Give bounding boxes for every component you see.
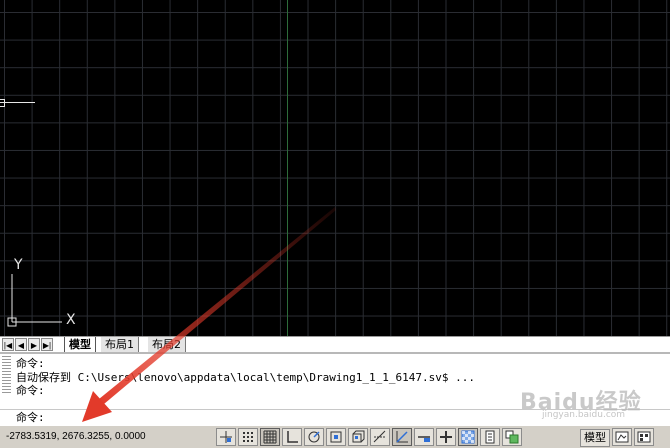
dynamic-ucs-icon: [396, 431, 408, 443]
status-bar: -2783.5319, 2676.3255, 0.0000 模型: [0, 425, 670, 448]
selection-cycling-icon: [505, 430, 519, 444]
quick-view-button[interactable]: [634, 428, 654, 446]
crosshair-cursor: [0, 102, 35, 103]
quick-properties-button[interactable]: [480, 428, 500, 446]
ucs-icon: Y X: [7, 257, 76, 328]
object-snap-icon: [330, 431, 342, 443]
layout-view-icon: [615, 431, 629, 443]
grid-display-icon: [263, 430, 277, 444]
command-history-line: 自动保存到 C:\Users\lenovo\appdata\local\temp…: [16, 370, 475, 384]
tab-nav-prev-button[interactable]: ◀: [15, 338, 27, 351]
ucs-y-label: Y: [13, 257, 23, 273]
command-history-line: 命令:: [16, 357, 45, 370]
tab-nav-last-button[interactable]: ▶|: [41, 338, 53, 351]
object-snap-button[interactable]: [326, 428, 346, 446]
dynamic-input-icon: [418, 436, 430, 442]
layout-view-button[interactable]: [612, 428, 632, 446]
tab-nav-first-button[interactable]: |◀: [2, 338, 14, 351]
drawing-canvas[interactable]: Y X: [0, 0, 670, 336]
object-snap-tracking-button[interactable]: [370, 428, 390, 446]
dynamic-ucs-button[interactable]: [392, 428, 412, 446]
coordinate-readout[interactable]: -2783.5319, 2676.3255, 0.0000: [6, 430, 146, 444]
command-window-grip[interactable]: [2, 356, 11, 394]
3d-object-snap-button[interactable]: [348, 428, 368, 446]
ucs-x-label: X: [66, 312, 76, 328]
tab-nav-next-button[interactable]: ▶: [28, 338, 40, 351]
polar-tracking-button[interactable]: [304, 428, 324, 446]
selection-cycling-button[interactable]: [502, 428, 522, 446]
layout-tabs-bar: |◀ ◀ ▶ ▶| 模型 布局1 布局2: [0, 336, 670, 353]
ortho-mode-button[interactable]: [282, 428, 302, 446]
grid-display-button[interactable]: [260, 428, 280, 446]
tab-model[interactable]: 模型: [64, 337, 96, 352]
infer-constraints-icon: [220, 431, 232, 443]
ortho-mode-icon: [287, 431, 298, 443]
transparency-button[interactable]: [458, 428, 478, 446]
watermark-url: jingyan.baidu.com: [542, 410, 626, 420]
polar-tracking-icon: [308, 431, 320, 443]
model-space-toggle[interactable]: 模型: [580, 429, 610, 447]
dynamic-input-button[interactable]: [414, 428, 434, 446]
object-snap-tracking-icon: [373, 430, 386, 443]
3d-object-snap-icon: [352, 430, 365, 443]
lineweight-button[interactable]: [436, 428, 456, 446]
snap-mode-icon: [243, 432, 253, 442]
command-prompt: 命令:: [16, 411, 45, 424]
snap-mode-button[interactable]: [238, 428, 258, 446]
quick-properties-icon: [485, 430, 495, 444]
tab-layout1[interactable]: 布局1: [101, 337, 139, 352]
y-axis-line: [287, 0, 288, 336]
lineweight-icon: [440, 431, 452, 443]
infer-constraints-button[interactable]: [216, 428, 236, 446]
crosshair-pickbox: [0, 99, 5, 107]
transparency-icon: [461, 430, 475, 444]
tab-layout2[interactable]: 布局2: [148, 337, 186, 352]
quick-view-icon: [637, 431, 651, 443]
